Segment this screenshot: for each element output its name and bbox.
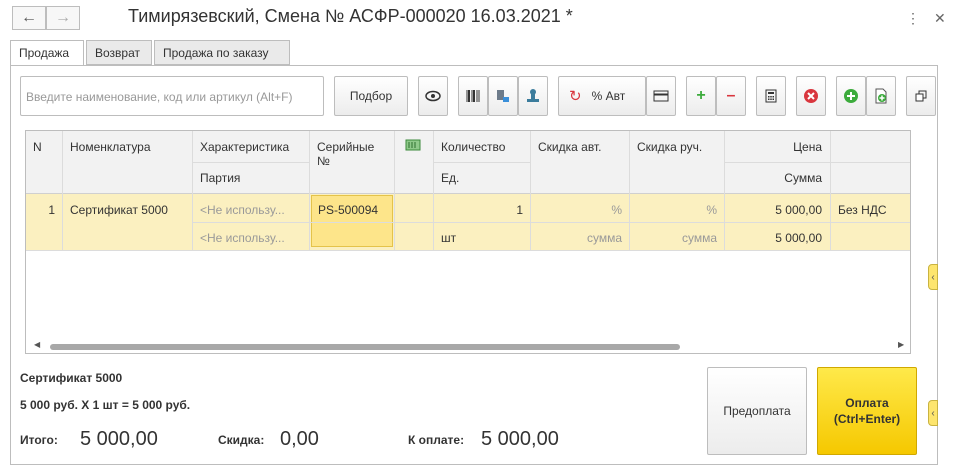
row-vat[interactable]: Без НДС xyxy=(831,203,910,217)
total-label: Итого: xyxy=(20,433,58,447)
select-button[interactable]: Подбор xyxy=(334,76,408,116)
serial-status-icon xyxy=(405,139,421,151)
horizontal-scrollbar[interactable]: ◀ ▶ xyxy=(26,339,910,353)
col-price[interactable]: Цена xyxy=(725,140,829,154)
items-table: N Номенклатура Характеристика Партия Сер… xyxy=(25,130,911,354)
auto-discount-label: % Авт xyxy=(591,89,626,103)
barcode-icon xyxy=(466,90,480,102)
col-serial[interactable]: Серийные № xyxy=(310,140,394,168)
col-characteristic[interactable]: Характеристика xyxy=(193,140,309,154)
add-circle-icon xyxy=(844,89,858,103)
barcode-button[interactable] xyxy=(458,76,488,116)
search-input[interactable]: Введите наименование, код или артикул (A… xyxy=(20,76,324,116)
col-serial-status[interactable] xyxy=(398,139,428,154)
row-n: 1 xyxy=(48,203,55,217)
add-document-icon xyxy=(875,88,887,104)
summary-item-name: Сертификат 5000 xyxy=(20,371,123,385)
auto-discount-button[interactable]: ↻ % Авт xyxy=(558,76,646,116)
plus-icon: + xyxy=(696,87,706,104)
total-value: 5 000,00 xyxy=(80,428,158,450)
calculator-button[interactable] xyxy=(756,76,786,116)
scanner-icon xyxy=(497,90,509,102)
scrollbar-thumb[interactable] xyxy=(50,344,680,350)
open-window-button[interactable] xyxy=(906,76,936,116)
discount-value: 0,00 xyxy=(280,428,319,450)
col-manual-discount[interactable]: Скидка руч. xyxy=(630,140,724,154)
scroll-left-icon[interactable]: ◀ xyxy=(34,340,40,349)
pay-button[interactable]: Оплата (Ctrl+Enter) xyxy=(817,367,917,455)
remove-row-button[interactable]: – xyxy=(716,76,746,116)
col-item[interactable]: Номенклатура xyxy=(63,140,191,154)
col-unit[interactable]: Ед. xyxy=(434,171,530,185)
row-unit[interactable]: шт xyxy=(434,231,530,245)
tab-return[interactable]: Возврат xyxy=(86,40,152,65)
row-item[interactable]: Сертификат 5000 xyxy=(63,203,191,217)
cancel-circle-icon xyxy=(804,89,818,103)
arrow-left-icon: ← xyxy=(21,9,37,26)
discount-label: Скидка: xyxy=(218,433,265,447)
chevron-left-icon: ‹ xyxy=(931,271,935,283)
row-serial: PS-500094 xyxy=(318,203,379,217)
window-icon xyxy=(915,90,927,102)
view-button[interactable] xyxy=(418,76,448,116)
row-batch[interactable]: <Не использу... xyxy=(193,231,309,245)
col-n[interactable]: N xyxy=(26,140,62,154)
more-actions-icon[interactable]: ⋮ xyxy=(906,10,920,27)
tab-sale-by-order[interactable]: Продажа по заказу xyxy=(154,40,290,65)
side-panel-toggle[interactable]: ‹ xyxy=(928,264,938,290)
to-pay-value: 5 000,00 xyxy=(481,428,559,450)
eye-icon xyxy=(425,90,441,102)
calculator-icon xyxy=(765,89,777,103)
forward-button[interactable]: → xyxy=(46,6,80,30)
scroll-right-icon[interactable]: ▶ xyxy=(898,340,904,349)
card-button[interactable] xyxy=(646,76,676,116)
to-pay-label: К оплате: xyxy=(408,433,465,447)
stamp-icon xyxy=(527,89,539,102)
back-button[interactable]: ← xyxy=(12,6,46,30)
col-quantity[interactable]: Количество xyxy=(434,140,530,154)
row-auto-discount-sum[interactable]: сумма xyxy=(531,231,629,245)
col-amount[interactable]: Сумма xyxy=(725,171,829,185)
chevron-left-icon: ‹ xyxy=(931,407,935,419)
cancel-button[interactable] xyxy=(796,76,826,116)
row-amount: 5 000,00 xyxy=(775,231,822,245)
serial-cell[interactable]: PS-500094 xyxy=(311,195,393,247)
side-panel-toggle-bottom[interactable]: ‹ xyxy=(928,400,938,426)
arrow-right-icon: → xyxy=(55,9,71,26)
stamp-button[interactable] xyxy=(518,76,548,116)
refresh-icon: ↻ xyxy=(569,88,582,105)
prepay-button[interactable]: Предоплата xyxy=(707,367,807,455)
tab-sale[interactable]: Продажа xyxy=(10,40,84,66)
row-auto-discount-pct[interactable]: % xyxy=(531,203,629,217)
summary-calc-line: 5 000 руб. X 1 шт = 5 000 руб. xyxy=(20,398,191,412)
close-icon[interactable]: ✕ xyxy=(934,10,946,27)
row-manual-discount-pct[interactable]: % xyxy=(630,203,724,217)
add-document-button[interactable] xyxy=(866,76,896,116)
card-icon xyxy=(653,90,669,102)
add-item-button[interactable] xyxy=(836,76,866,116)
col-auto-discount[interactable]: Скидка авт. xyxy=(531,140,629,154)
row-price[interactable]: 5 000,00 xyxy=(725,203,829,217)
row-quantity[interactable]: 1 xyxy=(434,203,530,217)
minus-icon: – xyxy=(726,87,736,104)
add-row-button[interactable]: + xyxy=(686,76,716,116)
page-title: Тимирязевский, Смена № АСФР-000020 16.03… xyxy=(128,6,573,26)
scanner-button[interactable] xyxy=(488,76,518,116)
row-manual-discount-sum[interactable]: сумма xyxy=(630,231,724,245)
col-batch[interactable]: Партия xyxy=(193,171,309,185)
row-characteristic[interactable]: <Не использу... xyxy=(193,203,309,217)
